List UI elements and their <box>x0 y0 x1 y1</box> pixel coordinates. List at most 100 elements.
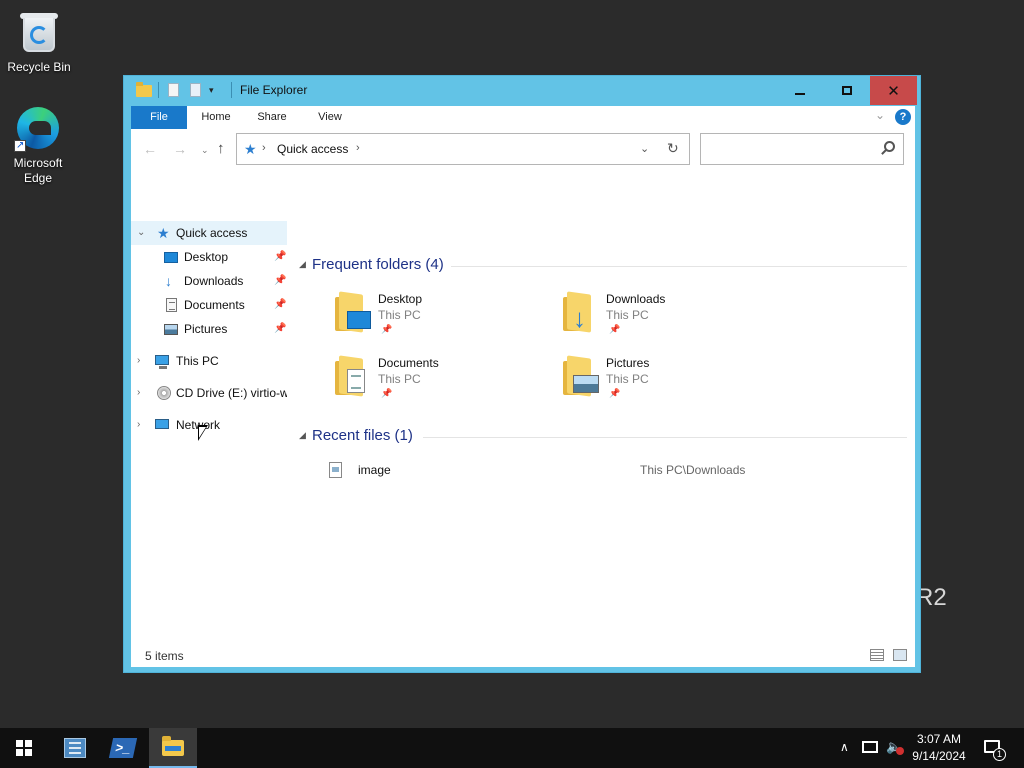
recent-files-header[interactable]: ◢ Recent files (1) <box>299 427 907 447</box>
address-bar[interactable]: ★ › Quick access › ⌄ ↻ <box>236 133 690 165</box>
clock-time: 3:07 AM <box>916 732 962 746</box>
nav-item-this-pc[interactable]: › This PC <box>131 349 287 373</box>
picture-icon <box>164 324 178 335</box>
cd-drive-icon <box>157 386 171 400</box>
taskbar-server-manager[interactable] <box>50 728 98 768</box>
folder-tile-desktop[interactable]: Desktop This PC 📌 <box>333 289 533 345</box>
nav-item-network[interactable]: › Network <box>131 413 287 437</box>
group-header-label: Recent files (1) <box>312 427 413 444</box>
folder-tile-downloads[interactable]: ↓ Downloads This PC 📌 <box>561 289 761 345</box>
folder-location: This PC <box>378 308 421 322</box>
nav-item-pictures[interactable]: Pictures 📌 <box>131 317 287 341</box>
pin-icon: 📌 <box>609 388 621 398</box>
folder-location: This PC <box>606 308 649 322</box>
search-icon <box>884 141 895 152</box>
chevron-right-icon[interactable]: › <box>137 381 140 405</box>
toolbar-separator <box>158 82 159 98</box>
windows-logo-icon <box>16 740 32 756</box>
large-icons-view-icon[interactable] <box>893 649 907 661</box>
collapse-triangle-icon[interactable]: ◢ <box>299 430 306 441</box>
nav-item-quick-access[interactable]: ⌄ ★ Quick access <box>131 221 287 245</box>
folder-icon[interactable] <box>136 82 152 98</box>
edge-icon <box>14 104 62 153</box>
new-folder-icon[interactable] <box>187 82 203 98</box>
quick-access-toolbar: ▾ <box>136 82 232 98</box>
chevron-right-icon[interactable]: › <box>137 349 140 373</box>
chevron-right-icon[interactable]: › <box>137 413 140 437</box>
shortcut-arrow-icon <box>14 138 26 153</box>
group-header-label: Frequent folders (4) <box>312 256 444 273</box>
pictures-folder-icon <box>561 355 599 397</box>
details-view-icon[interactable] <box>870 649 884 661</box>
tab-share[interactable]: Share <box>247 106 297 129</box>
pin-icon: 📌 <box>274 251 287 262</box>
ribbon-tabs: File Home Share View ⌄ ? <box>131 106 915 129</box>
desktop-icon-edge[interactable]: Microsoft Edge <box>0 104 76 186</box>
recent-file-row[interactable]: image This PC\Downloads <box>329 459 905 481</box>
help-icon[interactable]: ? <box>895 109 911 125</box>
quick-access-star-icon: ★ <box>244 141 257 157</box>
desktop-icon-recycle-bin[interactable]: Recycle Bin <box>1 8 77 75</box>
maximize-button[interactable] <box>823 76 870 105</box>
pin-icon: 📌 <box>274 275 287 286</box>
chevron-right-icon[interactable]: › <box>356 142 360 154</box>
customize-toolbar-icon[interactable]: ▾ <box>209 82 225 98</box>
tab-home[interactable]: Home <box>191 106 241 129</box>
minimize-button[interactable] <box>776 76 823 105</box>
collapse-triangle-icon[interactable]: ◢ <box>299 259 306 270</box>
chevron-right-icon[interactable]: › <box>262 142 266 154</box>
file-explorer-icon <box>162 736 184 756</box>
tab-view[interactable]: View <box>305 106 355 129</box>
pin-icon: 📌 <box>609 324 621 334</box>
taskbar: >_ ∧ 🔈 3:07 AM 9/14/2024 1 <box>0 728 1024 768</box>
pin-icon: 📌 <box>274 299 287 310</box>
search-box[interactable] <box>700 133 904 165</box>
breadcrumb-quick-access[interactable]: Quick access <box>277 142 348 156</box>
refresh-icon[interactable]: ↻ <box>667 140 679 157</box>
folder-name: Desktop <box>378 292 423 306</box>
recycle-bin-icon <box>15 8 63 56</box>
nav-item-documents[interactable]: Documents 📌 <box>131 293 287 317</box>
toolbar-separator <box>231 82 232 98</box>
taskbar-file-explorer[interactable] <box>149 728 197 768</box>
title-bar[interactable]: ▾ File Explorer ✕ <box>124 76 920 106</box>
computer-icon <box>155 355 169 369</box>
mouse-cursor-icon <box>198 425 208 441</box>
taskbar-powershell[interactable]: >_ <box>99 728 147 768</box>
nav-item-desktop[interactable]: Desktop 📌 <box>131 245 287 269</box>
group-divider <box>423 437 907 438</box>
back-arrow-icon[interactable]: ← <box>143 141 157 157</box>
nav-item-cd-drive[interactable]: › CD Drive (E:) virtio-w <box>131 381 287 405</box>
download-icon: ↓ <box>165 273 172 289</box>
pin-icon: 📌 <box>274 323 287 334</box>
forward-arrow-icon[interactable]: → <box>173 141 187 157</box>
nav-item-label: Documents <box>184 298 245 312</box>
chevron-down-icon[interactable]: ⌄ <box>137 221 145 245</box>
image-file-icon <box>329 462 342 478</box>
network-status-icon[interactable] <box>862 741 878 753</box>
desktop-icon-label: Microsoft Edge <box>13 156 63 185</box>
desktop-folder-icon <box>333 291 371 333</box>
nav-item-downloads[interactable]: ↓ Downloads 📌 <box>131 269 287 293</box>
document-icon <box>166 298 177 312</box>
file-explorer-window: ▾ File Explorer ✕ File Home Share View ⌄… <box>123 75 921 673</box>
notification-count-badge: 1 <box>993 748 1006 761</box>
show-hidden-icons-icon[interactable]: ∧ <box>840 740 849 754</box>
frequent-folders-header[interactable]: ◢ Frequent folders (4) <box>299 256 907 276</box>
expand-ribbon-icon[interactable]: ⌄ <box>875 108 885 122</box>
close-button[interactable]: ✕ <box>870 76 917 105</box>
start-button[interactable] <box>0 728 48 768</box>
tab-file[interactable]: File <box>131 106 187 129</box>
properties-icon[interactable] <box>165 82 181 98</box>
recent-locations-icon[interactable]: ⌄ <box>201 145 209 156</box>
up-arrow-icon[interactable]: ↑ <box>217 140 225 157</box>
item-count: 5 items <box>145 649 184 663</box>
navigation-pane: ⌄ ★ Quick access Desktop 📌 ↓ Downloads 📌… <box>131 169 291 629</box>
powershell-icon: >_ <box>108 738 138 758</box>
chevron-down-icon[interactable]: ⌄ <box>640 142 649 155</box>
folder-tile-pictures[interactable]: Pictures This PC 📌 <box>561 353 761 409</box>
system-clock[interactable]: 3:07 AM 9/14/2024 <box>906 731 972 765</box>
close-icon: ✕ <box>887 82 900 100</box>
minimize-icon <box>794 92 805 95</box>
folder-tile-documents[interactable]: Documents This PC 📌 <box>333 353 533 409</box>
